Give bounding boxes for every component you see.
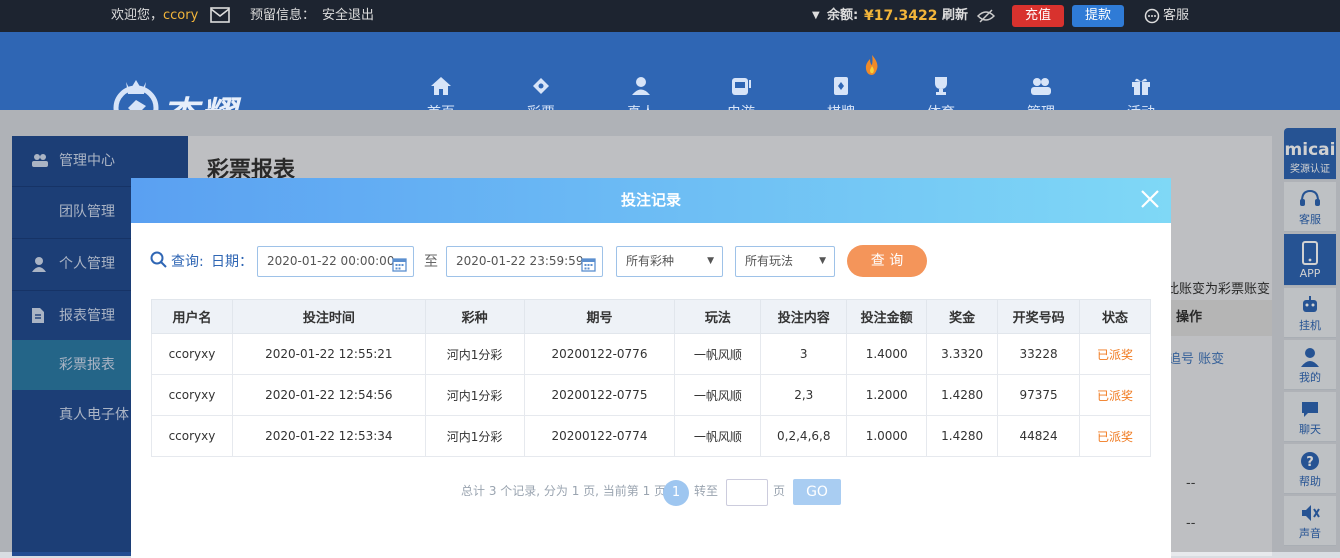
users-icon (1031, 78, 1051, 95)
play-type-select[interactable]: 所有玩法 ▼ (735, 246, 835, 277)
date-label: 日期： (211, 254, 253, 270)
close-icon[interactable] (1139, 188, 1161, 210)
query-label: 查询: (171, 254, 204, 270)
pager-goto-label: 转至 (694, 484, 719, 498)
trophy-icon (935, 77, 947, 95)
home-icon (431, 77, 451, 95)
table-row: ccoryxy 2020-01-22 12:54:56 河内1分彩 202001… (151, 374, 1151, 416)
refresh-link[interactable]: 刷新 (942, 0, 968, 32)
pager-current-page[interactable]: 1 (663, 480, 689, 506)
balance-value: ¥17.3422 (864, 8, 938, 24)
col-prize: 奖金 (926, 299, 999, 334)
table-header-row: 用户名 投注时间 彩种 期号 玩法 投注内容 投注金额 奖金 开奖号码 状态 (151, 299, 1151, 334)
to-label: 至 (424, 254, 438, 270)
chevron-down-icon[interactable]: ▼ (812, 0, 820, 32)
modal-title: 投注记录 (620, 191, 681, 209)
logout-link[interactable]: 安全退出 (322, 0, 374, 32)
bet-record-modal: 投注记录 查询: 日期： 2020-01-22 00:00:00 至 2020-… (131, 178, 1171, 558)
col-content: 投注内容 (760, 299, 848, 334)
col-bet-time: 投注时间 (231, 299, 426, 334)
calendar-icon (581, 254, 596, 283)
pager-page-unit: 页 (773, 484, 786, 498)
pager-goto-input[interactable] (726, 479, 768, 506)
bet-record-table: 用户名 投注时间 彩种 期号 玩法 投注内容 投注金额 奖金 开奖号码 状态 c… (151, 299, 1151, 457)
query-button[interactable]: 查 询 (847, 245, 927, 277)
table-row: ccoryxy 2020-01-22 12:55:21 河内1分彩 202001… (151, 333, 1151, 375)
main-header: 杏耀 首页 彩票 真人 电游 棋牌 体育 管理 活动 (0, 32, 1340, 136)
dropdown-arrow-icon: ▼ (707, 256, 714, 266)
lottery-icon (533, 78, 549, 94)
live-dealer-icon (632, 77, 650, 95)
pager-go-button[interactable]: GO (793, 479, 841, 505)
lottery-type-select[interactable]: 所有彩种 ▼ (616, 246, 723, 277)
col-issue: 期号 (523, 299, 676, 334)
status-badge: 已派奖 (1079, 415, 1151, 457)
status-badge: 已派奖 (1079, 333, 1151, 375)
col-status: 状态 (1079, 299, 1151, 334)
col-amount: 投注金额 (846, 299, 928, 334)
top-bar: 欢迎您， ccory 预留信息： 安全退出 ▼ 余额: ¥17.3422 刷新 … (0, 0, 1340, 32)
col-username: 用户名 (151, 299, 233, 334)
cards-icon (834, 77, 848, 95)
eye-hidden-icon[interactable] (976, 8, 996, 24)
service-link[interactable]: 客服 (1163, 0, 1189, 32)
col-play: 玩法 (674, 299, 762, 334)
notice-label: 预留信息： (250, 8, 316, 23)
mail-icon[interactable] (210, 7, 230, 23)
date-from-input[interactable]: 2020-01-22 00:00:00 (257, 246, 414, 277)
date-to-input[interactable]: 2020-01-22 23:59:59 (446, 246, 603, 277)
pager-summary: 总计 3 个记录, 分为 1 页, 当前第 1 页 (461, 484, 667, 498)
calendar-icon (392, 254, 407, 283)
slot-machine-icon (732, 78, 751, 95)
withdraw-button[interactable]: 提款 (1072, 5, 1124, 27)
search-icon (150, 251, 167, 268)
dropdown-arrow-icon: ▼ (819, 256, 826, 266)
balance-label: 余额: (827, 8, 859, 23)
recharge-button[interactable]: 充值 (1012, 5, 1064, 27)
status-badge: 已派奖 (1079, 374, 1151, 416)
username: ccory (163, 8, 199, 23)
chat-bubble-icon[interactable] (1144, 8, 1160, 24)
col-draw-number: 开奖号码 (997, 299, 1081, 334)
hot-flame-icon (863, 54, 881, 80)
col-lottery: 彩种 (424, 299, 525, 334)
table-row: ccoryxy 2020-01-22 12:53:34 河内1分彩 202001… (151, 415, 1151, 457)
welcome-text: 欢迎您， (111, 8, 164, 23)
gift-icon (1132, 78, 1150, 95)
